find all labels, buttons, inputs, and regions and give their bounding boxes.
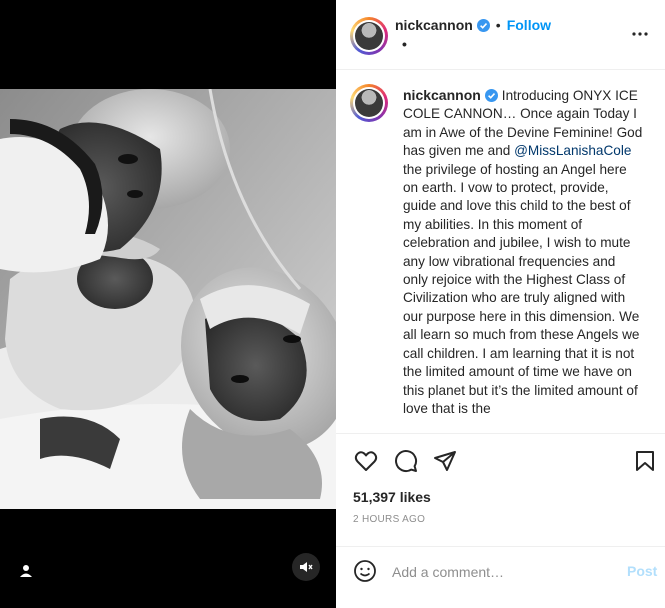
separator-dot: • — [495, 17, 501, 33]
header-location: • — [402, 36, 407, 52]
post-comment-button[interactable]: Post — [627, 563, 657, 579]
header-username-row: nickcannon • Follow — [395, 17, 551, 33]
likes-count[interactable]: 51,397 likes — [353, 489, 431, 505]
save-button[interactable] — [632, 448, 658, 474]
mention-link[interactable]: @MissLanishaCole — [514, 143, 631, 158]
verified-badge-icon — [476, 18, 490, 32]
follow-button[interactable]: Follow — [507, 17, 551, 33]
sound-off-icon — [300, 562, 313, 572]
share-icon — [434, 451, 456, 471]
post-timestamp[interactable]: 2 HOURS AGO — [353, 514, 425, 525]
comment-bar: Post — [336, 546, 665, 598]
mute-toggle-button[interactable] — [292, 553, 320, 581]
caption-body-end: the privilege of hosting an Angel here o… — [403, 161, 640, 416]
post-actions-bar — [336, 433, 665, 487]
share-button[interactable] — [432, 448, 458, 474]
author-username[interactable]: nickcannon — [395, 17, 473, 33]
newborn-photo-image — [0, 89, 336, 509]
post-photo[interactable] — [0, 89, 336, 509]
caption-username[interactable]: nickcannon — [403, 87, 481, 103]
verified-badge-icon — [484, 89, 498, 102]
emoji-icon — [354, 560, 376, 582]
post-details-panel: nickcannon • Follow • nickcannon Introduc… — [336, 0, 665, 608]
more-options-icon — [632, 32, 648, 36]
post-header: nickcannon • Follow • — [336, 0, 665, 70]
comment-input[interactable] — [392, 561, 602, 583]
tagged-users-button[interactable] — [14, 559, 38, 583]
avatar — [355, 22, 383, 50]
comment-button[interactable] — [393, 448, 419, 474]
caption-text: nickcannon Introducing ONYX ICE COLE CANN… — [403, 86, 643, 418]
more-options-button[interactable] — [626, 24, 654, 44]
bookmark-icon — [636, 451, 654, 471]
comment-icon — [395, 450, 418, 473]
user-tag-icon — [20, 565, 32, 577]
author-avatar[interactable] — [350, 17, 388, 55]
caption-area: nickcannon Introducing ONYX ICE COLE CANN… — [336, 71, 665, 433]
emoji-button[interactable] — [353, 559, 379, 585]
like-button[interactable] — [353, 448, 379, 474]
post-media-viewer — [0, 0, 336, 608]
avatar — [355, 89, 383, 117]
heart-icon — [354, 451, 378, 471]
caption-author-avatar[interactable] — [350, 84, 388, 122]
